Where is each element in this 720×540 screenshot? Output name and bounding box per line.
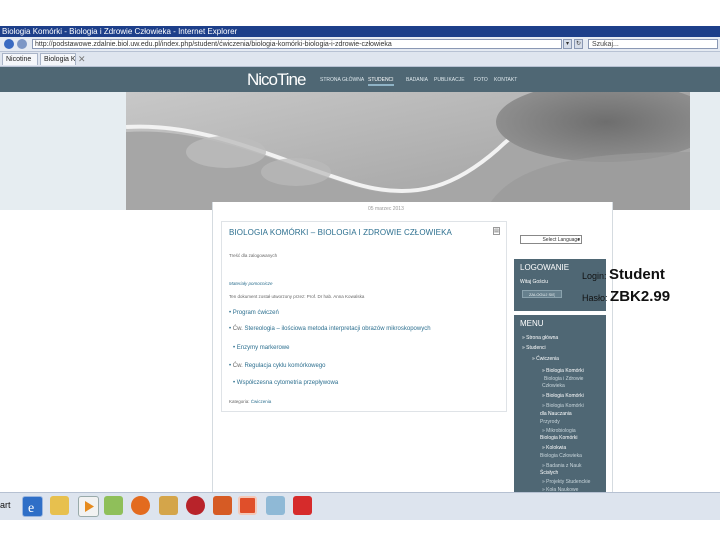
language-select-value: Select Language xyxy=(542,237,580,243)
site-logo[interactable]: NicoTine xyxy=(247,70,306,90)
nav-badania[interactable]: BADANIA xyxy=(406,76,428,84)
nav-strona-glowna[interactable]: STRONA GŁÓWNA xyxy=(320,76,364,84)
menu-item-label: Biologia Komórki xyxy=(546,368,584,374)
chevron-down-icon: ▾ xyxy=(577,237,580,243)
menu-item-text[interactable]: Ścisłych xyxy=(540,470,558,476)
address-bar-row: http://podstawowe.zdalnie.biol.uw.edu.pl… xyxy=(0,37,720,52)
menu-item[interactable]: » Projekty Studenckie xyxy=(542,479,590,485)
menu-item[interactable]: » Biologia Komórki xyxy=(542,393,584,399)
media-player-icon[interactable] xyxy=(78,496,99,517)
login-credential: Login: Student xyxy=(582,266,665,283)
menu-item[interactable]: » Ćwiczenia xyxy=(532,356,559,362)
materials-link[interactable]: Materiały pomocnicze xyxy=(229,281,273,286)
list-item-prefix: Ćw. xyxy=(232,363,243,369)
menu-item-text[interactable]: Człowieka xyxy=(542,383,565,389)
list-item-prefix: Ćw. xyxy=(232,326,243,332)
author-line: Ten dokument został utworzony przez: Pro… xyxy=(229,294,365,299)
menu-item-label: Biologia Komórki xyxy=(546,403,584,409)
list-item[interactable]: • Program ćwiczeń xyxy=(229,310,279,316)
login-button[interactable]: ZALOGUJ SIĘ xyxy=(522,290,562,298)
refresh-icon[interactable]: ↻ xyxy=(574,39,583,49)
back-icon[interactable] xyxy=(4,39,14,49)
close-tab-icon[interactable]: ✕ xyxy=(78,52,86,66)
page-gutter-right xyxy=(690,92,720,210)
menu-item-text[interactable]: Biologia i Zdrowie xyxy=(544,376,583,382)
menu-item[interactable]: » Biologia Komórki xyxy=(542,368,584,374)
list-item[interactable]: • Współczesna cytometria przepływowa xyxy=(233,380,338,386)
svg-text:e: e xyxy=(28,501,34,516)
ppt-icon[interactable] xyxy=(238,496,257,515)
powerpoint-icon[interactable] xyxy=(213,496,232,515)
paint-icon[interactable] xyxy=(104,496,123,515)
menu-item-text[interactable]: dla Nauczania xyxy=(540,411,572,417)
article-title: BIOLOGIA KOMÓRKI – BIOLOGIA I ZDROWIE CZ… xyxy=(229,228,452,237)
forward-icon[interactable] xyxy=(17,39,27,49)
chrome-icon[interactable] xyxy=(186,496,205,515)
menu-item[interactable]: » Kolokwia xyxy=(542,445,566,451)
list-item-link[interactable]: Regulacja cyklu komórkowego xyxy=(244,363,325,369)
menu-item-label: Strona główna xyxy=(526,335,559,341)
list-item-link[interactable]: Enzymy markerowe xyxy=(237,345,290,351)
people-icon[interactable] xyxy=(159,496,178,515)
window-title: Biologia Komórki - Biologia i Zdrowie Cz… xyxy=(2,27,238,36)
file-explorer-icon[interactable] xyxy=(50,496,69,515)
date-line: 05 marzec 2013 xyxy=(368,206,404,212)
firefox-icon[interactable] xyxy=(131,496,150,515)
page-gutter-left xyxy=(0,92,126,210)
login-value: Student xyxy=(609,266,665,283)
menu-item-text[interactable]: Biologia Człowieka xyxy=(540,453,582,459)
menu-item[interactable]: » Biologia Komórki xyxy=(542,403,584,409)
menu-item-text[interactable]: Biologia Komórki xyxy=(540,435,578,441)
menu-item[interactable]: » Studenci xyxy=(522,345,546,351)
tab-strip: Nicotine Biologia Komórki... xyxy=(0,52,720,67)
category-label: Kategoria: xyxy=(229,399,250,404)
password-label: Hasło: xyxy=(582,293,608,303)
menu-item[interactable]: » Badania z Nauk xyxy=(542,463,581,469)
language-select[interactable]: Select Language ▾ xyxy=(520,235,582,244)
list-item[interactable]: • Ćw. Regulacja cyklu komórkowego xyxy=(229,363,326,369)
nav-foto[interactable]: FOTO xyxy=(474,76,488,84)
welcome-text: Witaj Gościu xyxy=(520,279,549,285)
password-value: ZBK2.99 xyxy=(610,288,671,305)
menu-item-label: Projekty Studenckie xyxy=(546,479,591,485)
menu-item-label: Studenci xyxy=(526,345,546,351)
nav-kontakt[interactable]: KONTAKT xyxy=(494,76,517,84)
window-title-bar: Biologia Komórki - Biologia i Zdrowie Cz… xyxy=(0,26,720,37)
tab-biologia[interactable]: Biologia Komórki... xyxy=(40,53,76,65)
login-panel-title: LOGOWANIE xyxy=(520,263,570,272)
start-label[interactable]: art xyxy=(0,500,11,510)
address-input[interactable]: http://podstawowe.zdalnie.biol.uw.edu.pl… xyxy=(32,39,562,49)
menu-item-label: Badania z Nauk xyxy=(546,463,582,469)
menu-item-label: Biologia Komórki xyxy=(546,393,584,399)
access-note: Treść dla zalogowanych xyxy=(229,253,278,258)
nav-studenci[interactable]: STUDENCI xyxy=(368,76,394,86)
address-dropdown-icon[interactable]: ▾ xyxy=(563,39,572,49)
tab-nicotine[interactable]: Nicotine xyxy=(2,53,38,65)
list-item-link[interactable]: Stereologia – ilościowa metoda interpret… xyxy=(244,326,430,332)
list-item-link[interactable]: Współczesna cytometria przepływowa xyxy=(237,380,338,386)
top-margin xyxy=(0,0,720,26)
list-item-link[interactable]: Program ćwiczeń xyxy=(233,310,279,316)
category-line: Kategoria: Ćwiczenia xyxy=(229,399,271,404)
menu-item[interactable]: » Strona główna xyxy=(522,335,558,341)
window-icon[interactable] xyxy=(266,496,285,515)
menu-item[interactable]: » Mikrobiologia xyxy=(542,428,576,434)
print-icon[interactable]: ▤ xyxy=(493,227,500,235)
login-label: Login: xyxy=(582,271,607,281)
list-item[interactable]: • Enzymy markerowe xyxy=(233,345,289,351)
menu-item-label: Ćwiczenia xyxy=(536,356,559,362)
list-item[interactable]: • Ćw. Stereologia – ilościowa metoda int… xyxy=(229,326,431,332)
search-input[interactable]: Szukaj... xyxy=(588,39,718,49)
bottom-margin xyxy=(0,520,720,540)
menu-item-label: Mikrobiologia xyxy=(546,428,576,434)
category-link[interactable]: Ćwiczenia xyxy=(251,399,272,404)
internet-explorer-icon[interactable]: e xyxy=(22,496,43,517)
menu-item-text[interactable]: Przyrody xyxy=(540,419,560,425)
menu-panel-title: MENU xyxy=(520,319,544,328)
acrobat-icon[interactable] xyxy=(293,496,312,515)
nav-publikacje[interactable]: PUBLIKACJE xyxy=(434,76,465,84)
password-credential: Hasło: ZBK2.99 xyxy=(582,288,670,305)
menu-item-label: Kolokwia xyxy=(546,445,567,451)
microscopy-banner-image xyxy=(126,92,690,210)
